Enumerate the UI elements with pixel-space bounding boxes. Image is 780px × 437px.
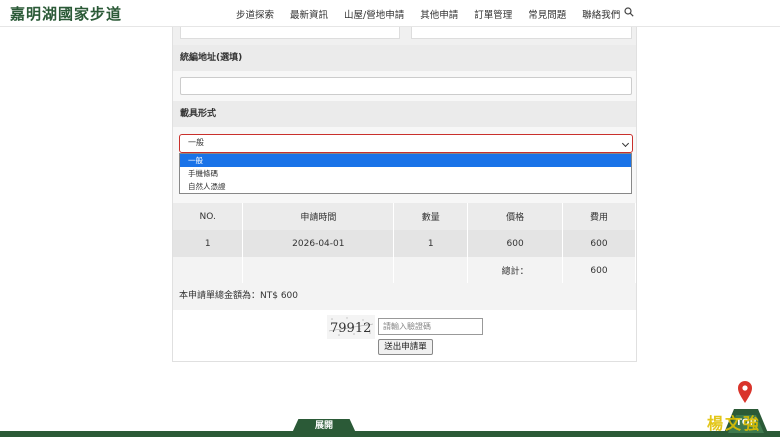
captcha-image: 79912 bbox=[327, 315, 375, 339]
col-header-price: 價格 bbox=[467, 203, 564, 230]
subtotal-row: 總計： 600 bbox=[173, 257, 636, 284]
carrier-selected-value: 一般 bbox=[188, 138, 204, 147]
footer-expand-button[interactable]: 展開 bbox=[292, 419, 356, 433]
subtotal-value: 600 bbox=[562, 257, 636, 284]
application-form-panel: 統編地址(選填) 載具形式 一般 一般 手機條碼 自然人憑證 NO. 申請時間 … bbox=[172, 27, 637, 362]
footer-bar bbox=[0, 431, 780, 437]
map-pin-icon bbox=[738, 381, 752, 403]
table-row: 1 2026-04-01 1 600 600 bbox=[173, 230, 636, 257]
order-total-text: 本申請單總金額為：NT$ 600 bbox=[173, 283, 636, 310]
cell-apply-date: 2026-04-01 bbox=[242, 230, 395, 257]
cell-quantity: 1 bbox=[393, 230, 469, 257]
nav-item-trail-explore[interactable]: 步道探索 bbox=[236, 7, 274, 21]
submit-application-button[interactable]: 送出申請單 bbox=[378, 339, 433, 355]
invoice-address-label: 統編地址(選填) bbox=[173, 45, 636, 71]
chevron-down-icon bbox=[621, 139, 630, 148]
site-logo[interactable]: 嘉明湖國家步道 bbox=[10, 3, 122, 24]
col-header-no: NO. bbox=[173, 203, 244, 230]
nav-item-faq[interactable]: 常見問題 bbox=[528, 7, 566, 21]
nav-item-news[interactable]: 最新資訊 bbox=[290, 7, 328, 21]
captcha-input[interactable]: 請輸入驗證碼 bbox=[378, 318, 483, 335]
carrier-option-mobile-barcode[interactable]: 手機條碼 bbox=[180, 167, 631, 180]
previous-input-right[interactable] bbox=[411, 27, 632, 39]
watermark-logo: 楊文強 bbox=[707, 414, 762, 433]
nav-item-contact[interactable]: 聯絡我們 bbox=[582, 7, 620, 21]
carrier-type-select[interactable]: 一般 bbox=[179, 134, 633, 153]
nav-item-order-manage[interactable]: 訂單管理 bbox=[474, 7, 512, 21]
order-table-header: NO. 申請時間 數量 價格 費用 bbox=[173, 203, 636, 230]
col-header-fee: 費用 bbox=[562, 203, 636, 230]
main-nav: 步道探索 最新資訊 山屋/營地申請 其他申請 訂單管理 常見問題 聯絡我們 bbox=[236, 7, 636, 21]
nav-item-other-apply[interactable]: 其他申請 bbox=[420, 7, 458, 21]
carrier-type-label: 載具形式 bbox=[173, 101, 636, 127]
site-header: 嘉明湖國家步道 步道探索 最新資訊 山屋/營地申請 其他申請 訂單管理 常見問題… bbox=[0, 0, 780, 27]
col-header-apply-date: 申請時間 bbox=[242, 203, 395, 230]
captcha-text: 79912 bbox=[330, 321, 371, 336]
invoice-address-row bbox=[173, 71, 636, 101]
subtotal-label: 總計： bbox=[467, 257, 564, 284]
invoice-address-input[interactable] bbox=[180, 77, 632, 95]
captcha-section: 79912 請輸入驗證碼 送出申請單 bbox=[173, 310, 636, 361]
search-icon[interactable] bbox=[624, 7, 634, 17]
previous-fields-row bbox=[173, 27, 636, 45]
cell-no: 1 bbox=[173, 230, 244, 257]
carrier-option-general[interactable]: 一般 bbox=[180, 154, 631, 167]
order-table: NO. 申請時間 數量 價格 費用 1 2026-04-01 1 600 600… bbox=[173, 203, 636, 284]
previous-input-left[interactable] bbox=[180, 27, 400, 39]
nav-item-lodge-apply[interactable]: 山屋/營地申請 bbox=[344, 7, 404, 21]
cell-fee: 600 bbox=[562, 230, 636, 257]
carrier-option-citizen-cert[interactable]: 自然人憑證 bbox=[180, 180, 631, 193]
carrier-type-dropdown: 一般 手機條碼 自然人憑證 bbox=[179, 153, 632, 194]
cell-price: 600 bbox=[467, 230, 564, 257]
col-header-quantity: 數量 bbox=[393, 203, 469, 230]
